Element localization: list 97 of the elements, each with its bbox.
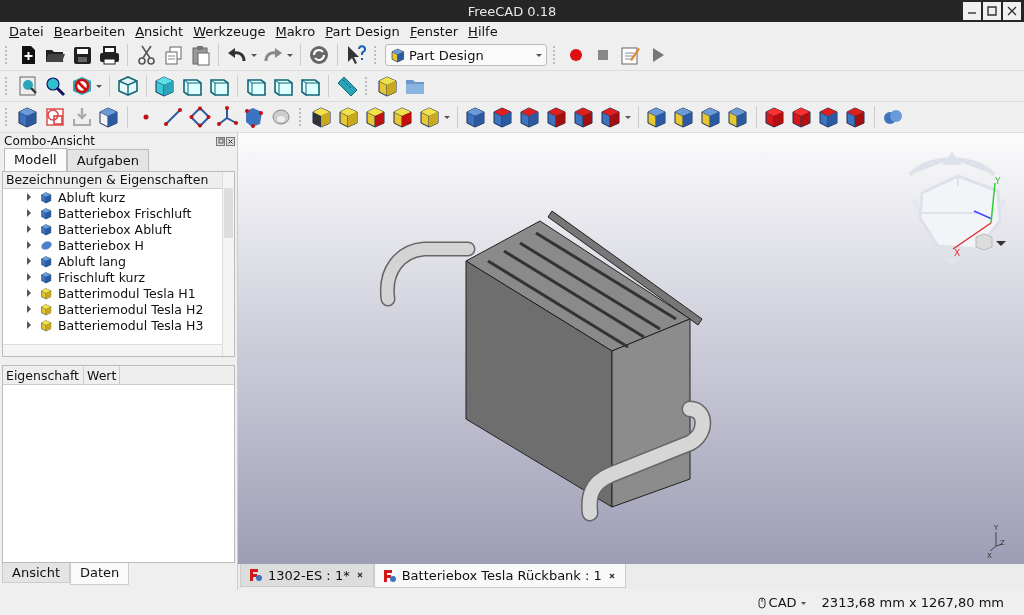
line-icon[interactable] — [161, 105, 185, 129]
cube-icon — [40, 222, 53, 236]
expand-arrow-icon[interactable] — [25, 224, 33, 234]
cube-icon — [40, 206, 53, 220]
cube-icon[interactable] — [726, 105, 750, 129]
tree-item[interactable]: Batteriebox Abluft — [58, 221, 172, 237]
expand-arrow-icon[interactable] — [25, 240, 33, 250]
freecad-document-icon — [382, 568, 397, 583]
tab[interactable]: Ansicht — [2, 563, 70, 583]
cube-icon[interactable] — [763, 105, 787, 129]
maximize-button[interactable] — [983, 2, 1001, 20]
cube-icon — [40, 302, 53, 316]
cube-icon — [40, 318, 53, 332]
tree-item[interactable]: Abluft kurz — [58, 189, 126, 205]
cube-icon[interactable] — [364, 105, 388, 129]
menu-item[interactable]: Werkzeuge — [188, 23, 271, 39]
document-tab[interactable]: 1302-ES : 1* — [240, 564, 374, 587]
cube-icon[interactable] — [545, 105, 569, 129]
printer-icon[interactable] — [97, 43, 121, 67]
plane-icon[interactable] — [188, 105, 212, 129]
column-header[interactable]: Wert — [84, 366, 121, 384]
menu-item[interactable]: Fenster — [404, 23, 464, 39]
shape-binder-icon[interactable] — [242, 105, 266, 129]
cube-icon[interactable] — [153, 74, 177, 98]
dimensions-text: 2313,68 mm x 1267,80 mm — [821, 595, 1004, 610]
cylinder-icon — [40, 238, 53, 252]
cube-icon — [40, 254, 53, 268]
caret-icon — [536, 53, 542, 57]
horizontal-scrollbar[interactable] — [3, 344, 222, 356]
expand-arrow-icon[interactable] — [25, 208, 33, 218]
ruler-icon[interactable] — [335, 74, 359, 98]
cube-icon — [40, 286, 53, 300]
tab[interactable]: Modell — [4, 148, 67, 171]
expand-arrow-icon[interactable] — [25, 272, 33, 282]
cube-icon[interactable] — [672, 105, 696, 129]
view-menu-cube-icon[interactable] — [975, 233, 1006, 251]
no-entry-cube-icon[interactable] — [70, 74, 94, 98]
axis-label: Y — [995, 176, 1001, 186]
expand-arrow-icon[interactable] — [25, 192, 33, 202]
menu-item[interactable]: Part Design — [320, 23, 405, 39]
tree-item[interactable]: Batteriebox H — [58, 237, 144, 253]
menu-item[interactable]: Ansicht — [130, 23, 189, 39]
cube-icon[interactable] — [518, 105, 542, 129]
cube-icon[interactable] — [391, 105, 415, 129]
cube-icon[interactable] — [310, 105, 334, 129]
axis-triad-drawing — [989, 531, 1003, 552]
tree-item[interactable]: Abluft lang — [58, 253, 126, 269]
tab[interactable]: Daten — [70, 563, 130, 585]
tree-item[interactable]: Batteriebox Frischluft — [58, 205, 192, 221]
cube-icon — [390, 47, 406, 63]
close-button[interactable] — [1003, 2, 1021, 20]
menu-item[interactable]: Bearbeiten — [48, 23, 131, 39]
menu-item[interactable]: Datei — [4, 23, 49, 39]
cube-icon[interactable] — [817, 105, 841, 129]
cube-icon[interactable] — [645, 105, 669, 129]
column-header[interactable]: Eigenschaft — [3, 366, 84, 384]
cube-icon — [40, 270, 53, 284]
cube-icon[interactable] — [464, 105, 488, 129]
cube-icon[interactable] — [844, 105, 868, 129]
workbench-dropdown[interactable]: Part Design — [385, 44, 547, 66]
column-header[interactable]: Bezeichnungen & Eigenschaften — [3, 172, 222, 189]
cube-icon[interactable] — [491, 105, 515, 129]
coordinate-system-icon[interactable] — [215, 105, 239, 129]
tree-item[interactable]: Batterimodul Tesla H1 — [58, 285, 196, 301]
axis-label: X — [954, 248, 961, 258]
expand-arrow-icon[interactable] — [25, 288, 33, 298]
cube-icon[interactable] — [97, 105, 121, 129]
cube-icon[interactable] — [599, 105, 623, 129]
window-title: FreeCAD 0.18 — [467, 3, 557, 19]
expand-arrow-icon[interactable] — [25, 320, 33, 330]
float-button[interactable] — [216, 136, 225, 146]
close-button[interactable] — [226, 136, 235, 146]
expand-arrow-icon[interactable] — [25, 256, 33, 266]
cube-icon — [40, 190, 53, 204]
expand-arrow-icon[interactable] — [25, 304, 33, 314]
cube-icon[interactable] — [16, 105, 40, 129]
cube-icon[interactable] — [790, 105, 814, 129]
tree-item[interactable]: Batteriemodul Tesla H2 — [58, 301, 204, 317]
cube-icon[interactable] — [572, 105, 596, 129]
menu-item[interactable]: Makro — [270, 23, 321, 39]
battery-box-drawing[interactable] — [379, 210, 712, 522]
panel-title: Combo-Ansicht — [4, 134, 95, 148]
cube-icon[interactable] — [699, 105, 723, 129]
minimize-button[interactable] — [963, 2, 981, 20]
document-tab[interactable]: Batteriebox Tesla Rückbank : 1 — [373, 564, 626, 588]
tab[interactable]: Aufgaben — [66, 149, 150, 171]
cube-outline-icon[interactable] — [116, 74, 140, 98]
tree-item[interactable]: Frischluft kurz — [58, 269, 146, 285]
magnifier-icon[interactable] — [43, 74, 67, 98]
vertical-scrollbar[interactable] — [222, 172, 234, 356]
sketch-icon[interactable] — [43, 105, 67, 129]
mouse-icon — [757, 596, 766, 609]
tree-item[interactable]: Batteriemodul Tesla H3 — [58, 317, 204, 333]
freecad-document-icon — [249, 568, 263, 582]
navigation-style-selector[interactable]: CAD — [757, 595, 808, 610]
menu-item[interactable]: Hilfe — [463, 23, 503, 39]
refresh-icon[interactable] — [307, 43, 331, 67]
